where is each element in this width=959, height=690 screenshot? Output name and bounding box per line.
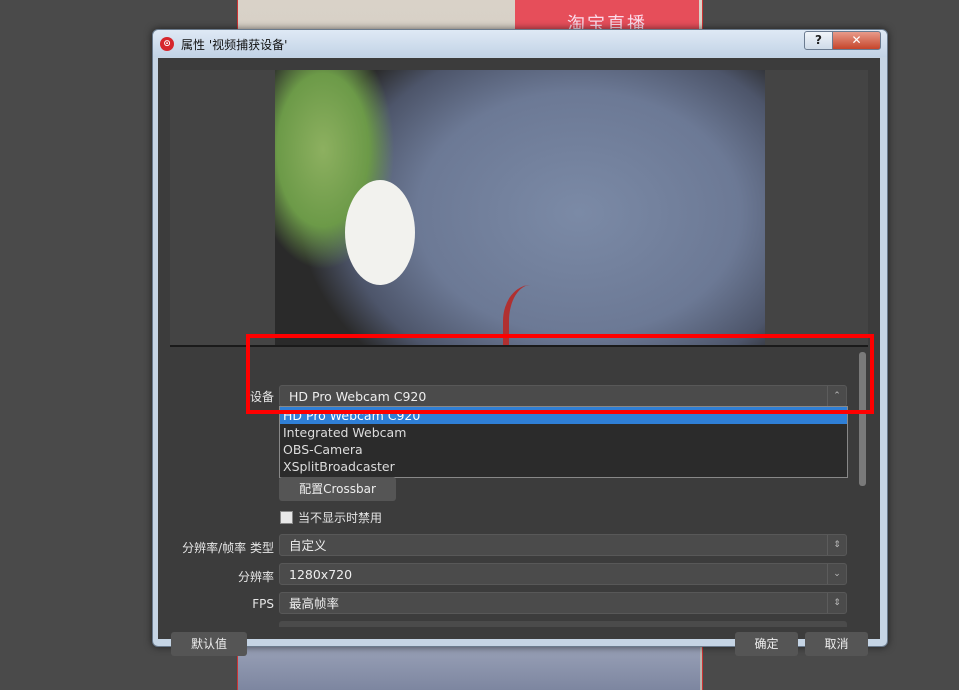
preview-image [275, 70, 765, 345]
cancel-button[interactable]: 取消 [805, 632, 868, 656]
help-button[interactable]: ? [804, 31, 833, 50]
ok-button[interactable]: 确定 [735, 632, 798, 656]
chevron-down-icon: ⌄ [827, 564, 846, 584]
dropdown-option[interactable]: Integrated Webcam [280, 424, 847, 441]
disable-when-hidden-checkbox[interactable] [280, 511, 293, 524]
updown-arrow-icon: ⇕ [827, 593, 846, 613]
resolution-label: 分辨率 [237, 570, 274, 584]
next-row-partial [279, 621, 847, 627]
device-dropdown-list: HD Pro Webcam C920 Integrated Webcam OBS… [279, 406, 848, 478]
resolution-value: 1280x720 [289, 567, 353, 582]
close-button[interactable]: ✕ [832, 31, 881, 50]
dialog-titlebar[interactable]: ⊙ 属性 '视频捕获设备' ? ✕ [153, 30, 887, 57]
fps-value: 最高帧率 [289, 596, 340, 611]
fps-select[interactable]: 最高帧率 ⇕ [279, 592, 847, 614]
camera-preview [170, 70, 868, 347]
fps-label: FPS [252, 597, 274, 611]
dialog-title: 属性 '视频捕获设备' [181, 38, 288, 52]
resolution-select[interactable]: 1280x720 ⌄ [279, 563, 847, 585]
updown-arrow-icon: ⇕ [827, 535, 846, 555]
defaults-button[interactable]: 默认值 [171, 632, 247, 656]
configure-crossbar-button[interactable]: 配置Crossbar [279, 477, 396, 501]
res-fps-type-select[interactable]: 自定义 ⇕ [279, 534, 847, 556]
red-highlight-box [246, 334, 874, 414]
res-fps-type-value: 自定义 [289, 538, 327, 553]
res-fps-type-label: 分辨率/帧率 类型 [182, 541, 274, 555]
dropdown-option[interactable]: OBS-Camera [280, 441, 847, 458]
disable-when-hidden-label: 当不显示时禁用 [298, 511, 383, 525]
dropdown-option[interactable]: XSplitBroadcaster [280, 458, 847, 475]
obs-app-icon: ⊙ [160, 37, 174, 51]
background-bottom [238, 644, 700, 690]
preview-toy-face [345, 180, 415, 285]
